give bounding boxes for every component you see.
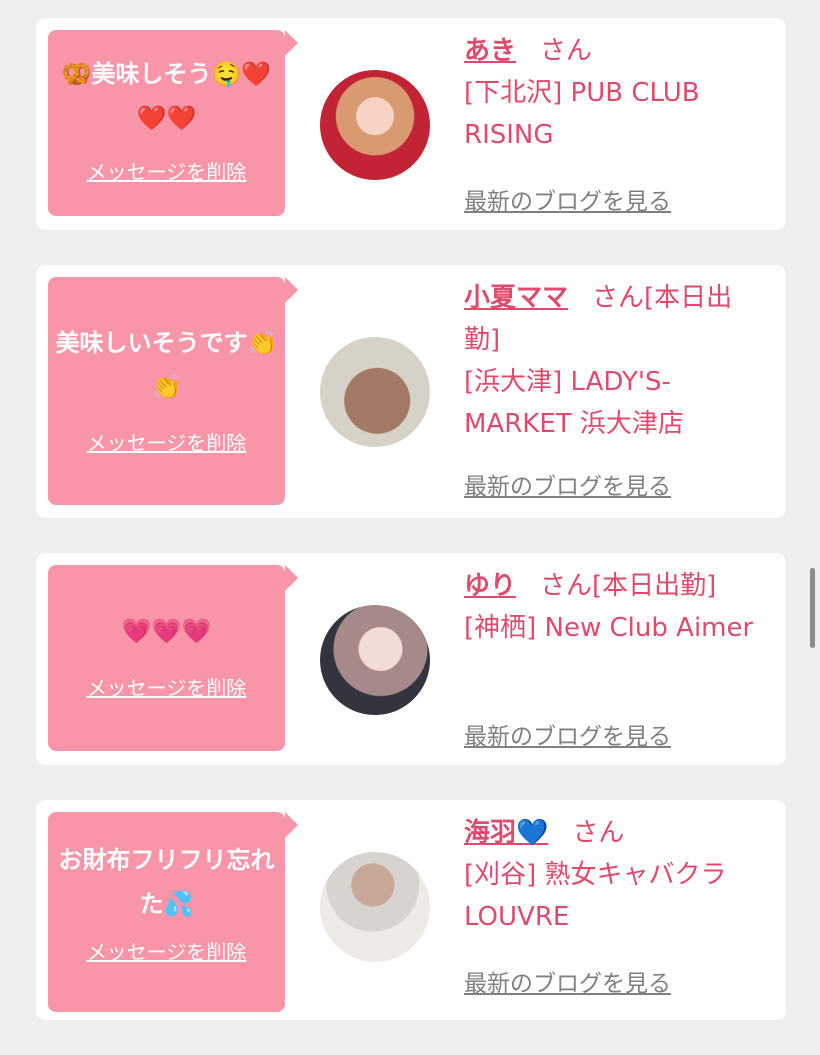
message-bubble: お財布フリフリ忘れた💦 メッセージを削除: [48, 812, 298, 1012]
latest-blog-link[interactable]: 最新のブログを見る: [464, 717, 671, 751]
profile-name-link[interactable]: 海羽💙: [464, 818, 548, 848]
delete-message-link[interactable]: メッセージを削除: [48, 672, 285, 701]
message-text: 💗💗💗: [121, 617, 212, 645]
shop-name: [神栖] New Club Aimer: [464, 613, 754, 643]
shop-name: [浜大津] LADY'S-MARKET 浜大津店: [464, 367, 684, 439]
avatar[interactable]: [320, 605, 430, 715]
profile-name-link[interactable]: あき: [464, 36, 516, 66]
avatar[interactable]: [320, 70, 430, 180]
delete-message-link[interactable]: メッセージを削除: [48, 936, 285, 965]
message-bubble: 💗💗💗 メッセージを削除: [48, 565, 298, 751]
message-text: 🥨美味しそう🤤❤️❤️❤️: [61, 60, 272, 132]
profile-info: あき さん [下北沢] PUB CLUB RISING: [464, 30, 764, 156]
profile-name-link[interactable]: ゆり: [464, 571, 516, 601]
shop-name: [下北沢] PUB CLUB RISING: [464, 78, 700, 150]
message-card: 💗💗💗 メッセージを削除 ゆり さん[本日出勤] [神栖] New Club Ai…: [36, 553, 786, 765]
honorific: さん: [540, 36, 593, 66]
message-card: 🥨美味しそう🤤❤️❤️❤️ メッセージを削除 あき さん [下北沢] PUB CL…: [36, 18, 786, 230]
latest-blog-link[interactable]: 最新のブログを見る: [464, 182, 671, 216]
profile-info: ゆり さん[本日出勤] [神栖] New Club Aimer: [464, 565, 764, 649]
shop-name: [刈谷] 熟女キャバクラ LOUVRE: [464, 860, 727, 932]
honorific: さん: [572, 818, 625, 848]
honorific: さん[本日出勤]: [540, 571, 717, 601]
scrollbar[interactable]: [810, 568, 815, 648]
message-text: 美味しいそうです👏👏: [55, 329, 278, 401]
delete-message-link[interactable]: メッセージを削除: [48, 427, 285, 456]
profile-info: 小夏ママ さん[本日出勤] [浜大津] LADY'S-MARKET 浜大津店: [464, 277, 764, 445]
latest-blog-link[interactable]: 最新のブログを見る: [464, 964, 671, 998]
profile-info: 海羽💙 さん [刈谷] 熟女キャバクラ LOUVRE: [464, 812, 764, 938]
latest-blog-link[interactable]: 最新のブログを見る: [464, 467, 671, 501]
avatar[interactable]: [320, 852, 430, 962]
delete-message-link[interactable]: メッセージを削除: [48, 156, 285, 185]
message-list: 🥨美味しそう🤤❤️❤️❤️ メッセージを削除 あき さん [下北沢] PUB CL…: [36, 18, 786, 1055]
message-bubble: 🥨美味しそう🤤❤️❤️❤️ メッセージを削除: [48, 30, 298, 216]
message-text: お財布フリフリ忘れた💦: [58, 846, 275, 918]
profile-name-link[interactable]: 小夏ママ: [464, 283, 568, 313]
message-card: 美味しいそうです👏👏 メッセージを削除 小夏ママ さん[本日出勤] [浜大津] L…: [36, 265, 786, 518]
avatar[interactable]: [320, 337, 430, 447]
message-card: お財布フリフリ忘れた💦 メッセージを削除 海羽💙 さん [刈谷] 熟女キャバクラ …: [36, 800, 786, 1020]
message-bubble: 美味しいそうです👏👏 メッセージを削除: [48, 277, 298, 505]
